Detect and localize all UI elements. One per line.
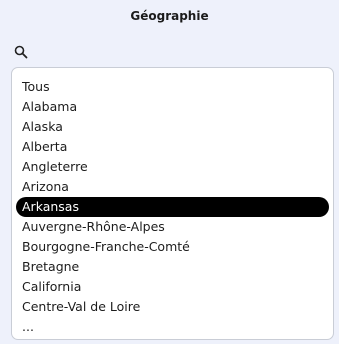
list-item-label: Auvergne-Rhône-Alpes	[22, 219, 165, 234]
search-bar	[12, 42, 332, 62]
list-item-label: Alberta	[22, 139, 68, 154]
list-item[interactable]: Alaska	[16, 117, 329, 137]
geography-listbox[interactable]: Tous Alabama Alaska Alberta Angleterre A…	[11, 67, 334, 340]
list-item[interactable]: Bourgogne-Franche-Comté	[16, 237, 329, 257]
geography-list: Tous Alabama Alaska Alberta Angleterre A…	[12, 77, 333, 337]
list-item[interactable]: Auvergne-Rhône-Alpes	[16, 217, 329, 237]
list-item-label: Bretagne	[22, 259, 80, 274]
list-item[interactable]: Tous	[16, 77, 329, 97]
list-item-label: ...	[22, 319, 34, 334]
list-item-label: Centre-Val de Loire	[22, 299, 141, 314]
list-item[interactable]: California	[16, 277, 329, 297]
list-item-label: Angleterre	[22, 159, 88, 174]
panel-title: Géographie	[130, 9, 209, 23]
list-item-more[interactable]: ...	[16, 317, 329, 337]
search-input[interactable]	[34, 42, 330, 60]
list-item[interactable]: Alberta	[16, 137, 329, 157]
list-item[interactable]: Angleterre	[16, 157, 329, 177]
list-item[interactable]: Bretagne	[16, 257, 329, 277]
list-item-label: Tous	[22, 79, 50, 94]
list-item[interactable]: Alabama	[16, 97, 329, 117]
list-item[interactable]: Arizona	[16, 177, 329, 197]
list-item-label: Arizona	[22, 179, 69, 194]
list-item[interactable]: Arkansas	[16, 197, 329, 217]
list-item[interactable]: Centre-Val de Loire	[16, 297, 329, 317]
list-item-label: Alaska	[22, 119, 63, 134]
search-icon	[14, 44, 28, 59]
list-item-label: California	[22, 279, 82, 294]
list-item-label: Alabama	[22, 99, 78, 114]
list-item-label: Arkansas	[22, 199, 79, 214]
list-item-label: Bourgogne-Franche-Comté	[22, 239, 190, 254]
